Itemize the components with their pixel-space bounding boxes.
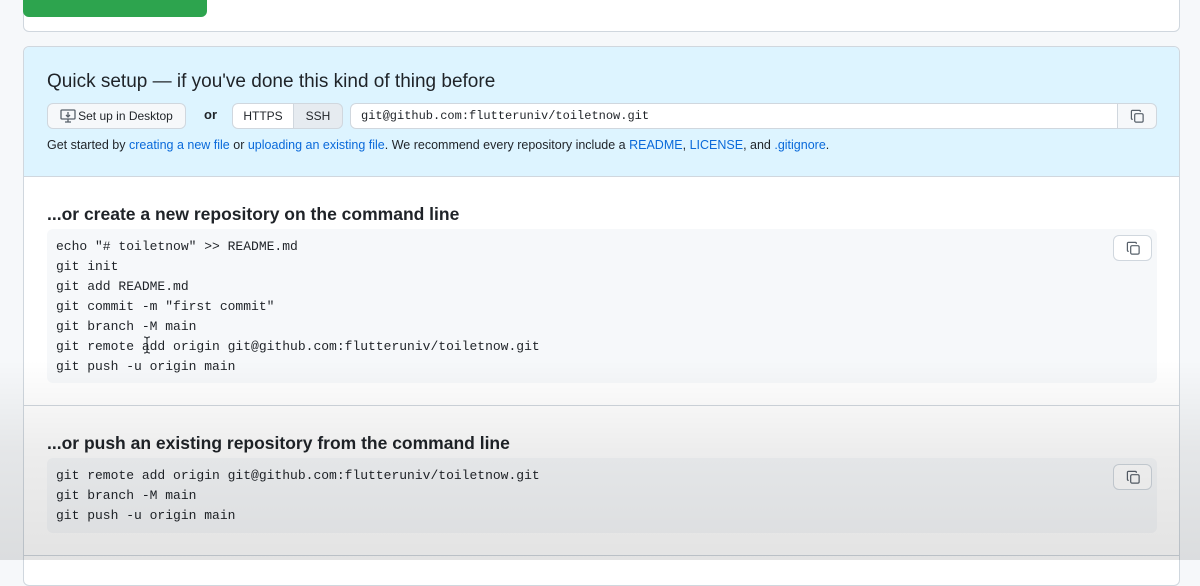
code-line: git branch -M main xyxy=(56,319,197,334)
gitignore-link[interactable]: .gitignore xyxy=(774,138,825,152)
code-line: git commit -m "first commit" xyxy=(56,299,275,314)
creating-new-file-link[interactable]: creating a new file xyxy=(129,138,230,152)
push-repo-code-block: git remote add origin git@github.com:flu… xyxy=(47,458,1157,533)
copy-push-commands-button[interactable] xyxy=(1113,464,1152,490)
help-suffix: . xyxy=(825,138,830,152)
quick-setup-title: Quick setup — if you've done this kind o… xyxy=(47,71,496,92)
ssh-protocol-button[interactable]: SSH xyxy=(293,103,343,129)
help-prefix: Get started by xyxy=(47,138,126,152)
help-and: , and xyxy=(743,138,771,152)
create-repo-title: ...or create a new repository on the com… xyxy=(47,204,460,224)
readme-link[interactable]: README xyxy=(629,138,682,152)
copy-create-commands-button[interactable] xyxy=(1113,235,1152,261)
code-line: echo "# toiletnow" >> README.md xyxy=(56,239,298,254)
desktop-download-icon xyxy=(60,109,76,123)
copy-icon xyxy=(1126,470,1140,484)
code-line: git branch -M main xyxy=(56,488,197,503)
code-line: git remote add origin git@github.com:flu… xyxy=(56,468,540,483)
create-repo-code-block: echo "# toiletnow" >> README.md git init g… xyxy=(47,229,1157,383)
quick-setup-section: Quick setup — if you've done this kind o… xyxy=(24,47,1179,177)
copy-icon xyxy=(1126,241,1140,255)
setup-in-desktop-button[interactable]: Set up in Desktop xyxy=(47,103,186,129)
copy-icon xyxy=(1130,109,1144,123)
getting-started-text: Get started by creating a new file or up… xyxy=(47,138,829,152)
https-protocol-button[interactable]: HTTPS xyxy=(232,103,294,129)
primary-action-button[interactable] xyxy=(23,0,207,17)
uploading-existing-file-link[interactable]: uploading an existing file xyxy=(248,138,385,152)
setup-in-desktop-label: Set up in Desktop xyxy=(78,109,173,123)
code-line: git push -u origin main xyxy=(56,508,236,523)
section-divider xyxy=(24,405,1179,406)
code-line: git push -u origin main xyxy=(56,359,236,374)
code-line: git add README.md xyxy=(56,279,189,294)
repository-setup-panel: Quick setup — if you've done this kind o… xyxy=(23,46,1180,586)
section-divider xyxy=(24,555,1179,556)
clone-url-input[interactable] xyxy=(350,103,1118,129)
push-repo-title: ...or push an existing repository from t… xyxy=(47,433,510,453)
help-middle: . We recommend every repository include … xyxy=(384,138,626,152)
code-line: git remote add origin git@github.com:flu… xyxy=(56,339,540,354)
license-link[interactable]: LICENSE xyxy=(690,138,744,152)
copy-url-button[interactable] xyxy=(1117,103,1157,129)
create-repo-commands: echo "# toiletnow" >> README.md git init g… xyxy=(47,229,1157,377)
help-comma: , xyxy=(682,138,687,152)
help-or: or xyxy=(233,138,245,152)
code-line: git init xyxy=(56,259,119,274)
or-label: or xyxy=(204,107,217,122)
push-repo-commands: git remote add origin git@github.com:flu… xyxy=(47,458,1157,526)
